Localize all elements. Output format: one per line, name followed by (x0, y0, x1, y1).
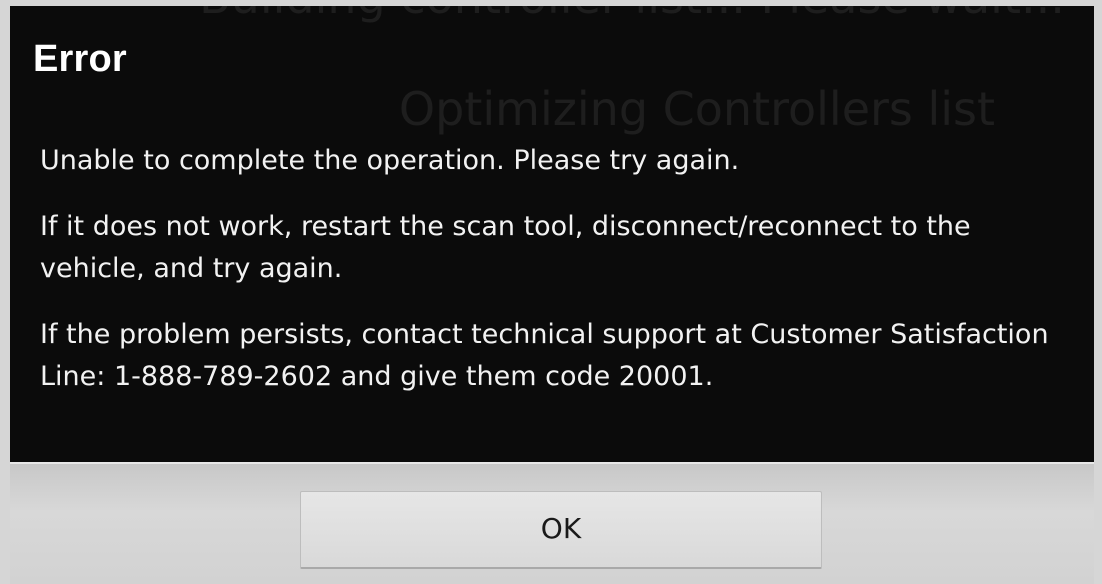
background-progress-text: Optimizing Controllers list (398, 82, 996, 136)
message-paragraph: If it does not work, restart the scan to… (40, 211, 971, 284)
screen-frame: Building controller list... Please wait.… (0, 0, 1102, 584)
dialog-title: Error (33, 38, 127, 80)
message-paragraph: If the problem persists, contact technic… (40, 319, 1049, 392)
error-dialog: Building controller list... Please wait.… (10, 6, 1094, 584)
dialog-message: Unable to complete the operation. Please… (40, 140, 1080, 422)
ok-button[interactable]: OK (300, 491, 822, 569)
background-status-text: Building controller list... Please wait.… (10, 6, 1094, 24)
message-paragraph: Unable to complete the operation. Please… (40, 145, 740, 176)
dialog-button-bar: OK (10, 462, 1094, 584)
